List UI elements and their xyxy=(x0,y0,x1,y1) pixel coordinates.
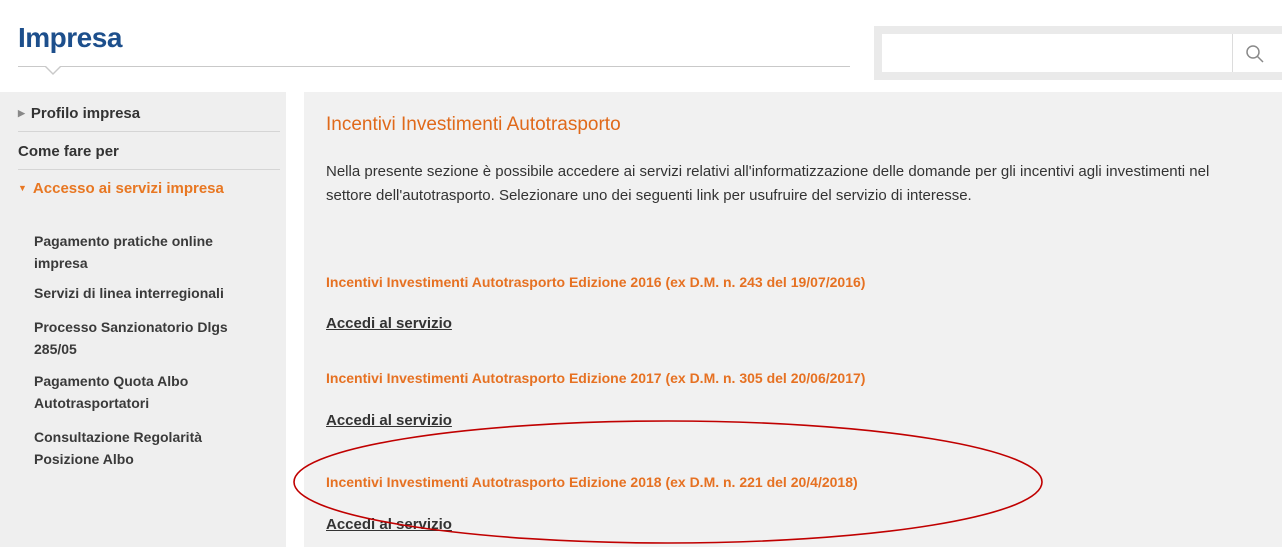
sidebar-item-come-fare-per[interactable]: Come fare per xyxy=(18,143,280,160)
subitem-servizi-linea[interactable]: Servizi di linea interregionali xyxy=(34,282,270,304)
intro-text: Nella presente sezione è possibile acced… xyxy=(326,163,1210,204)
subitem-label: Posizione Albo xyxy=(34,451,134,467)
subitem-label: Autotrasportatori xyxy=(34,395,150,411)
access-link-2018[interactable]: Accedi al servizio xyxy=(326,516,452,533)
sidebar-divider xyxy=(18,131,280,132)
section-title: Impresa xyxy=(18,22,122,53)
header: Impresa xyxy=(0,0,1282,92)
edition-title-2017: Incentivi Investimenti Autotrasporto Edi… xyxy=(326,370,866,386)
search-button[interactable] xyxy=(1232,34,1282,72)
header-notch xyxy=(44,65,62,75)
page-title: Incentivi Investimenti Autotrasporto xyxy=(326,114,621,135)
search-box xyxy=(874,26,1282,80)
subitem-pagamento-pratiche[interactable]: Pagamento pratiche online impresa xyxy=(34,230,270,274)
subitem-processo-sanzionatorio[interactable]: Processo Sanzionatorio Dlgs 285/05 xyxy=(34,316,270,360)
access-link-2016[interactable]: Accedi al servizio xyxy=(326,315,452,332)
sidebar: ▶ Profilo impresa Come fare per ▼ Accesso … xyxy=(0,92,286,547)
subitem-pagamento-quota-albo[interactable]: Pagamento Quota Albo Autotrasportatori xyxy=(34,370,270,414)
subitem-label: Processo Sanzionatorio Dlgs xyxy=(34,319,228,335)
sidebar-item-label: Profilo impresa xyxy=(30,105,141,122)
chevron-down-icon: ▼ xyxy=(18,183,27,193)
subitem-label: Pagamento pratiche online xyxy=(34,233,213,249)
subitem-label: 285/05 xyxy=(34,341,77,357)
subitem-label: Consultazione Regolarità xyxy=(34,429,203,445)
subitem-label: Pagamento Quota Albo xyxy=(34,373,189,389)
access-link-2017[interactable]: Accedi al servizio xyxy=(326,412,452,429)
search-icon xyxy=(1246,45,1264,63)
edition-title-2016: Incentivi Investimenti Autotrasporto Edi… xyxy=(326,274,866,290)
header-divider xyxy=(18,66,850,67)
sidebar-item-label: Come fare per xyxy=(18,143,119,160)
main-content: Incentivi Investimenti Autotrasporto Nel… xyxy=(304,92,1282,547)
edition-title-2018: Incentivi Investimenti Autotrasporto Edi… xyxy=(326,474,858,490)
chevron-right-icon: ▶ xyxy=(18,108,25,118)
subitem-label: impresa xyxy=(34,255,88,271)
search-input[interactable] xyxy=(882,34,1232,72)
subitem-consultazione-regolarita[interactable]: Consultazione Regolarità Posizione Albo xyxy=(34,426,270,470)
sidebar-item-profilo-impresa[interactable]: ▶ Profilo impresa xyxy=(18,105,280,122)
subitem-label: Servizi di linea interregionali xyxy=(34,285,224,301)
sidebar-item-accesso-servizi[interactable]: ▼ Accesso ai servizi impresa xyxy=(18,180,280,197)
sidebar-divider xyxy=(18,169,280,170)
sidebar-item-label: Accesso ai servizi impresa xyxy=(32,180,224,197)
